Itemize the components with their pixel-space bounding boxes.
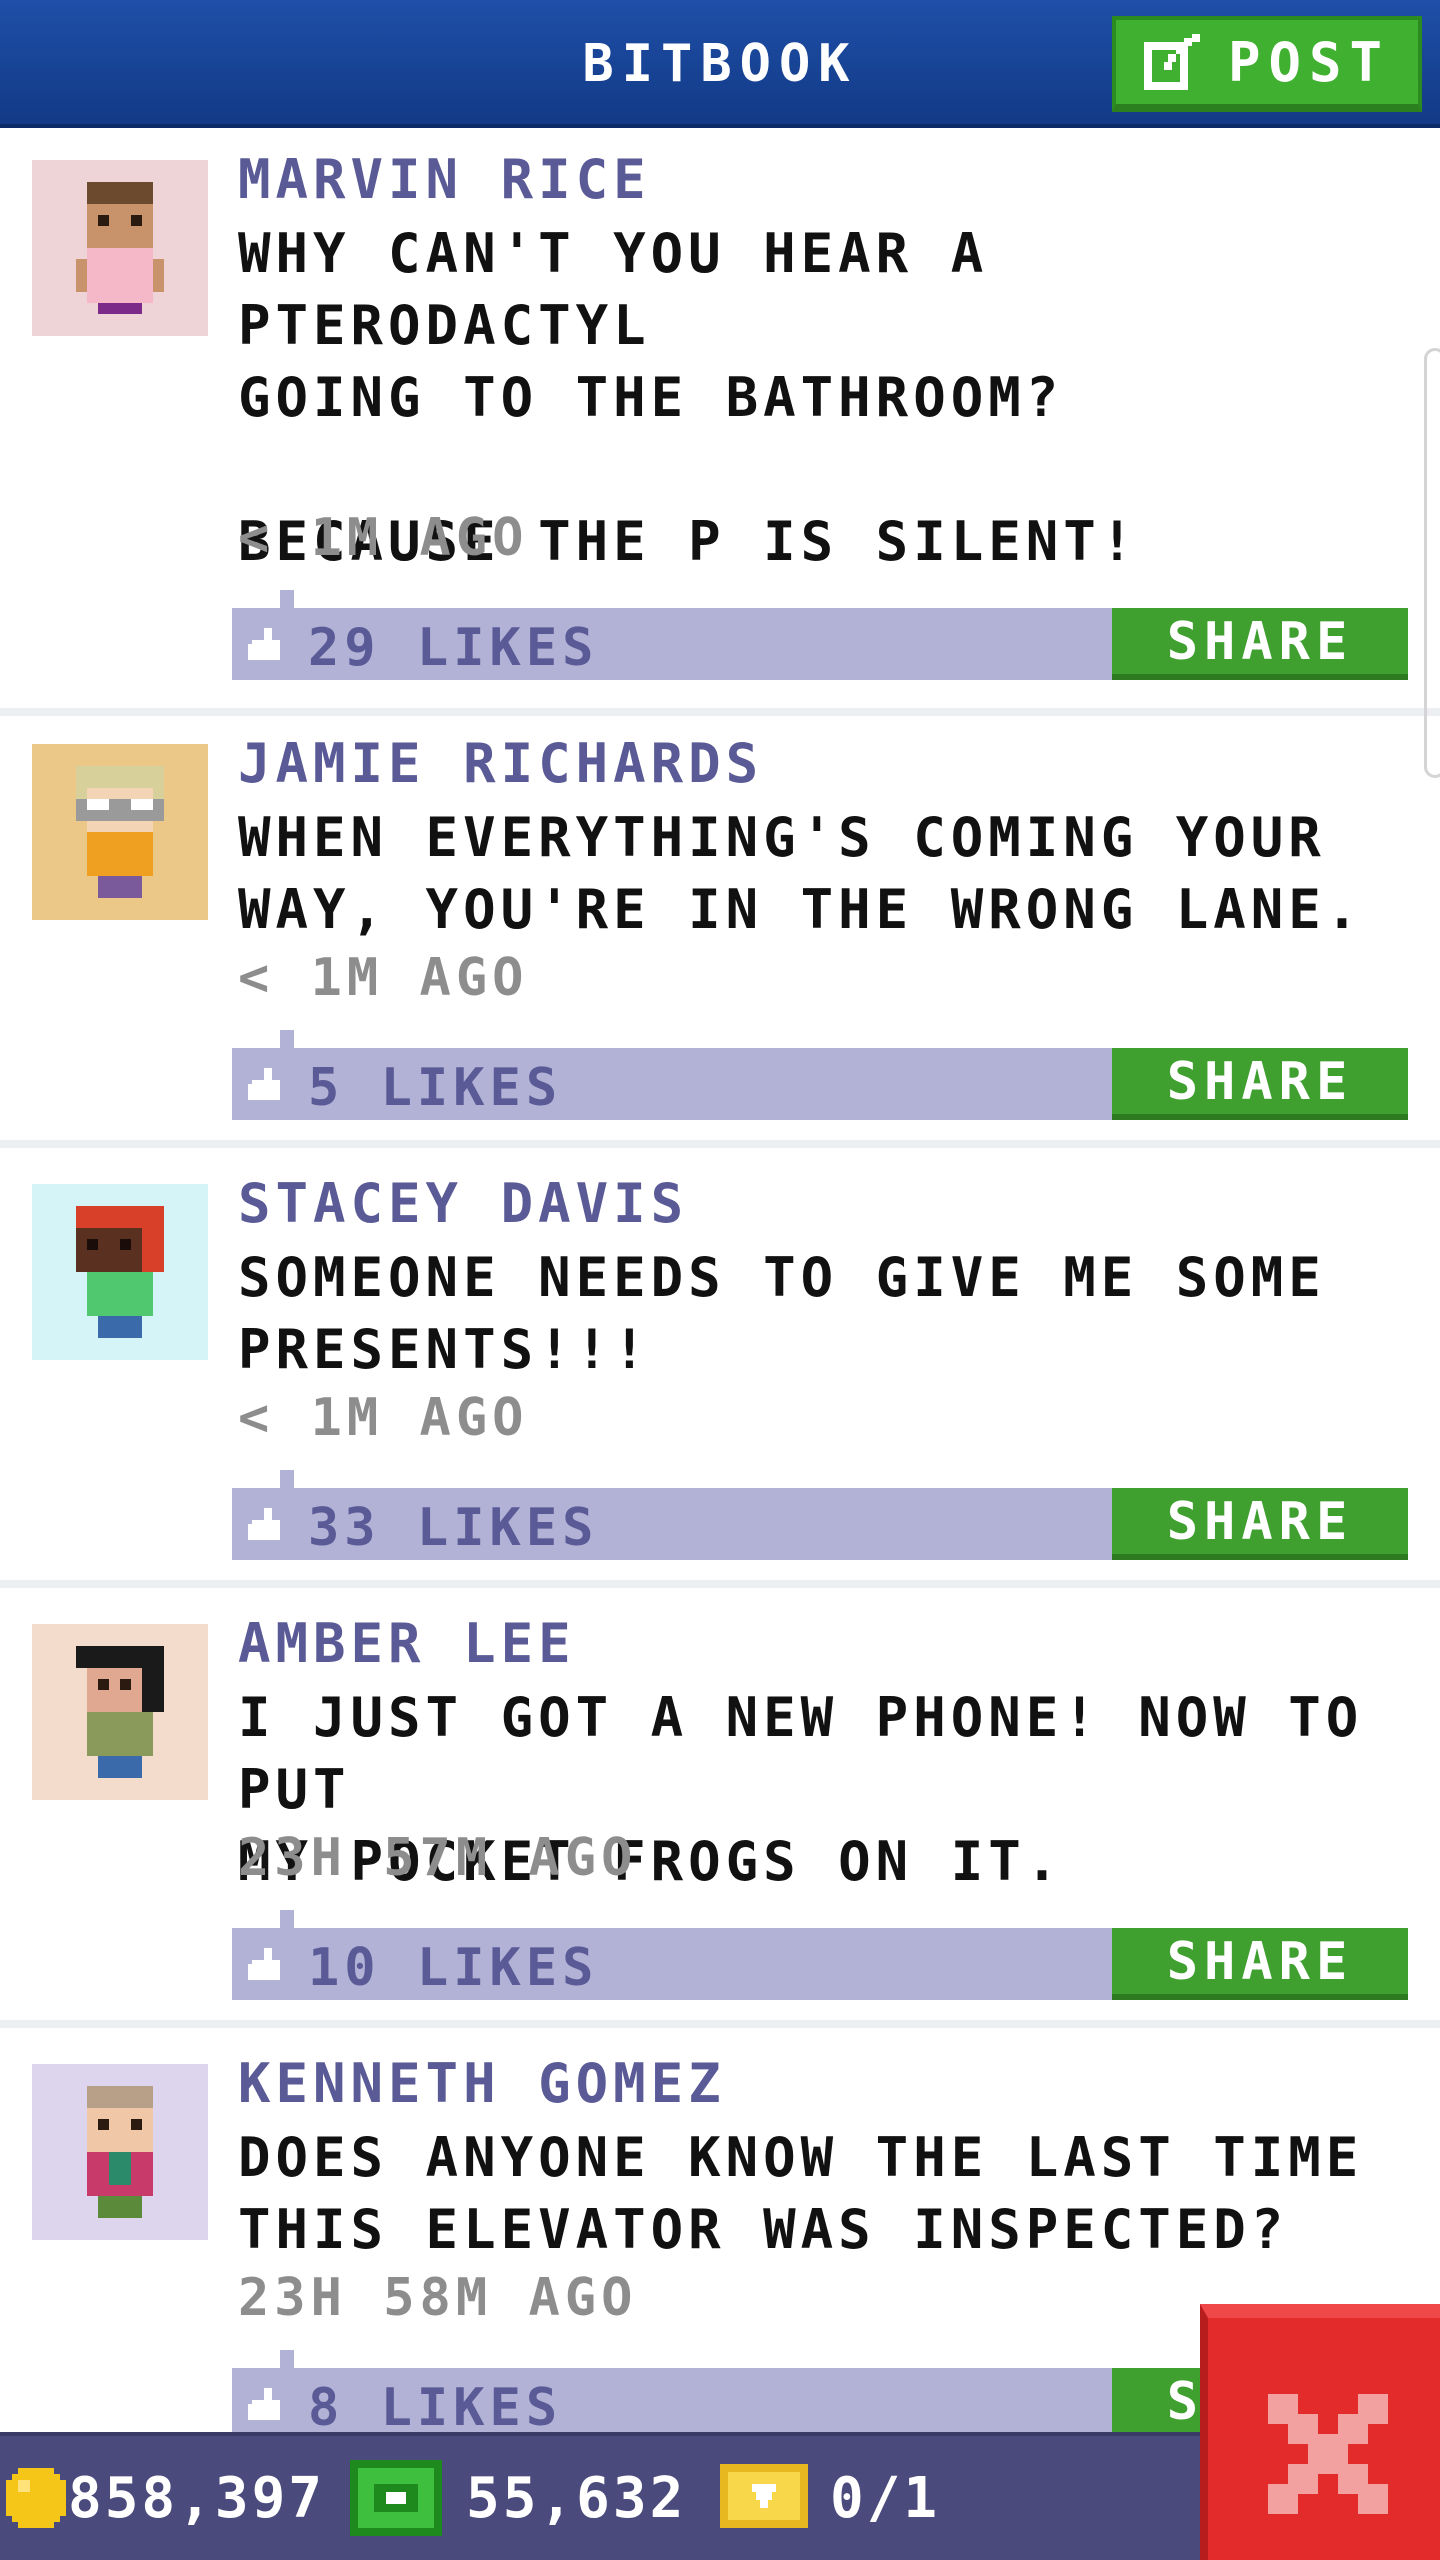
like-bar[interactable]: 33 LIKES SHARE	[232, 1470, 1408, 1560]
tickets-value: 0/1	[830, 2466, 941, 2531]
post-item: MARVIN RICE WHY CAN'T YOU HEAR A PTERODA…	[0, 132, 1440, 716]
post-time: < 1M AGO	[238, 508, 529, 568]
avatar-image	[76, 1206, 164, 1338]
post-author[interactable]: AMBER LEE	[238, 1612, 576, 1675]
avatar-image	[76, 182, 164, 314]
post-time: < 1M AGO	[238, 948, 529, 1008]
thumbs-up-icon	[248, 1948, 280, 1980]
like-bar[interactable]: 10 LIKES SHARE	[232, 1910, 1408, 2000]
like-count: 8 LIKES	[308, 2378, 563, 2432]
share-button[interactable]: SHARE	[1112, 608, 1408, 680]
thumbs-up-icon	[248, 2388, 280, 2420]
ticket-icon	[720, 2464, 808, 2528]
post-text: WHEN EVERYTHING'S COMING YOUR WAY, YOU'R…	[238, 806, 1364, 941]
coins-value: 858,397	[68, 2466, 326, 2531]
post-time: 23H 57M AGO	[238, 1828, 638, 1888]
avatar[interactable]	[32, 1624, 208, 1800]
share-button[interactable]: SHARE	[1112, 1928, 1408, 2000]
thumbs-up-icon	[248, 628, 280, 660]
like-count: 5 LIKES	[308, 1058, 563, 1118]
top-bar: BITBOOK POST	[0, 0, 1440, 128]
like-count: 33 LIKES	[308, 1498, 599, 1558]
post-author[interactable]: KENNETH GOMEZ	[238, 2052, 726, 2115]
feed-list[interactable]: MARVIN RICE WHY CAN'T YOU HEAR A PTERODA…	[0, 132, 1440, 2432]
avatar[interactable]	[32, 1184, 208, 1360]
coin-icon	[6, 2468, 66, 2528]
edit-icon	[1143, 34, 1200, 90]
share-button[interactable]: SHARE	[1112, 1048, 1408, 1120]
post-time: < 1M AGO	[238, 1388, 529, 1448]
post-button[interactable]: POST	[1112, 16, 1422, 112]
close-button[interactable]	[1200, 2304, 1440, 2560]
share-button[interactable]: SHARE	[1112, 1488, 1408, 1560]
thumbs-up-icon	[248, 1068, 280, 1100]
bux-value: 55,632	[466, 2466, 687, 2531]
post-item: STACEY DAVIS SOMEONE NEEDS TO GIVE ME SO…	[0, 1156, 1440, 1588]
avatar-image	[76, 1646, 164, 1778]
post-button-label: POST	[1227, 30, 1391, 94]
scrollbar[interactable]	[1424, 348, 1440, 778]
avatar[interactable]	[32, 744, 208, 920]
like-bar[interactable]: 29 LIKES SHARE	[232, 590, 1408, 680]
like-count: 29 LIKES	[308, 618, 599, 678]
thumbs-up-icon	[248, 1508, 280, 1540]
post-author[interactable]: MARVIN RICE	[238, 148, 651, 211]
avatar-image	[76, 766, 164, 898]
post-author[interactable]: JAMIE RICHARDS	[238, 732, 763, 795]
post-item: JAMIE RICHARDS WHEN EVERYTHING'S COMING …	[0, 716, 1440, 1148]
avatar[interactable]	[32, 160, 208, 336]
close-icon	[1268, 2394, 1388, 2514]
cash-icon	[350, 2460, 442, 2536]
avatar[interactable]	[32, 2064, 208, 2240]
avatar-image	[87, 2086, 153, 2218]
post-time: 23H 58M AGO	[238, 2268, 638, 2328]
post-author[interactable]: STACEY DAVIS	[238, 1172, 688, 1235]
like-bar[interactable]: 5 LIKES SHARE	[232, 1030, 1408, 1120]
post-text: SOMEONE NEEDS TO GIVE ME SOME PRESENTS!!…	[238, 1246, 1326, 1381]
post-item: AMBER LEE I JUST GOT A NEW PHONE! NOW TO…	[0, 1596, 1440, 2028]
like-count: 10 LIKES	[308, 1938, 599, 1998]
post-text: DOES ANYONE KNOW THE LAST TIME THIS ELEV…	[238, 2126, 1364, 2261]
